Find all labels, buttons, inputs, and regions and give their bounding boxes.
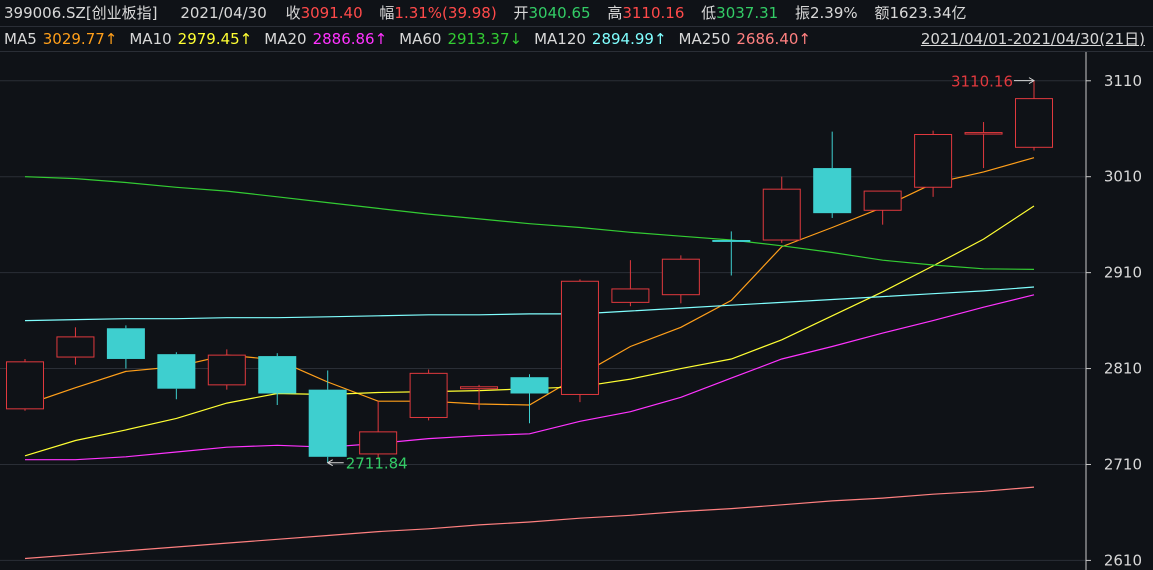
candle-body-up: [409, 372, 448, 418]
change-label: 幅: [379, 4, 395, 22]
y-tick-label: 3110: [1104, 72, 1142, 90]
ma-label-ma250: MA250: [678, 30, 731, 48]
ma-value-ma20: 2886.86↑: [312, 30, 388, 48]
candle-body-up: [56, 336, 95, 358]
quote-info-bar: 399006.SZ[创业板指] 2021/04/30 收3091.40 幅1.3…: [0, 0, 1153, 27]
candle-body-up: [611, 288, 650, 303]
moving-average-bar: MA5 3029.77↑ MA10 2979.45↑ MA20 2886.86↑ MA60 2…: [0, 27, 1153, 52]
low-value: 3037.31: [716, 4, 779, 22]
candle-body-down: [106, 328, 145, 359]
y-tick-label: 2610: [1104, 551, 1142, 569]
ma-value-ma250: 2686.40↑: [736, 30, 811, 48]
quote-date: 2021/04/30: [180, 4, 267, 22]
ma-value-ma10: 2979.45↑: [177, 30, 253, 48]
ma-label-ma5: MA5: [4, 30, 37, 48]
candle-body-up: [863, 190, 902, 211]
y-tick-label: 2710: [1104, 455, 1142, 473]
close-value: 3091.40: [300, 4, 363, 22]
amount-value: 1623.34亿: [889, 4, 967, 22]
candle-body-down: [258, 356, 297, 394]
candle-body-up: [661, 258, 700, 296]
low-label: 低: [701, 4, 717, 22]
ma-label-ma120: MA120: [534, 30, 586, 48]
candle-body-up: [762, 188, 801, 241]
candle-body-down: [510, 377, 549, 394]
open-label: 开: [513, 4, 529, 22]
candle-body-up: [359, 431, 398, 455]
high-value: 3110.16: [622, 4, 685, 22]
candle-body-up: [560, 280, 599, 395]
amplitude-value: 2.39%: [810, 4, 858, 22]
amount-label: 额: [874, 4, 890, 22]
index-symbol[interactable]: 399006.SZ[创业板指]: [4, 0, 158, 26]
candle-body-up: [460, 386, 499, 390]
date-range-selector[interactable]: 2021/04/01-2021/04/30(21日): [921, 27, 1145, 51]
y-tick-label: 2810: [1104, 360, 1142, 378]
candle-body-down: [157, 354, 196, 389]
open-value: 3040.65: [528, 4, 591, 22]
candle-body-up: [6, 361, 44, 410]
amplitude-label: 振: [794, 4, 810, 22]
candle-body-up: [914, 133, 953, 188]
close-label: 收: [285, 4, 301, 22]
ma-line-ma250: [24, 486, 1035, 560]
ma-value-ma5: 3029.77↑: [42, 30, 118, 48]
y-tick-label: 2910: [1104, 264, 1142, 282]
ma-label-ma60: MA60: [399, 30, 442, 48]
candle-body-down: [308, 389, 347, 457]
candle-body-down: [712, 240, 751, 242]
low-annotation-label: 2711.84: [346, 455, 408, 473]
candle-body-down: [813, 168, 852, 214]
ma-label-ma20: MA20: [264, 30, 307, 48]
candlestick-chart: 2610 2710 2810 2910 3010 3110 3110.16 2711.84: [0, 52, 1142, 570]
high-label: 高: [607, 4, 623, 22]
candle-body-up: [964, 132, 1003, 135]
ma-value-ma60: 2913.37↓: [447, 30, 523, 48]
change-value: 1.31%(39.98): [394, 4, 497, 22]
candle-body-up: [1015, 98, 1053, 148]
ma-value-ma120: 2894.99↑: [591, 30, 667, 48]
ma-legend: MA5 3029.77↑ MA10 2979.45↑ MA20 2886.86↑ MA60 2…: [0, 30, 811, 48]
ma-label-ma10: MA10: [129, 30, 172, 48]
high-annotation-label: 3110.16: [951, 73, 1013, 91]
y-tick-label: 3010: [1104, 168, 1142, 186]
candle-body-up: [207, 354, 246, 386]
